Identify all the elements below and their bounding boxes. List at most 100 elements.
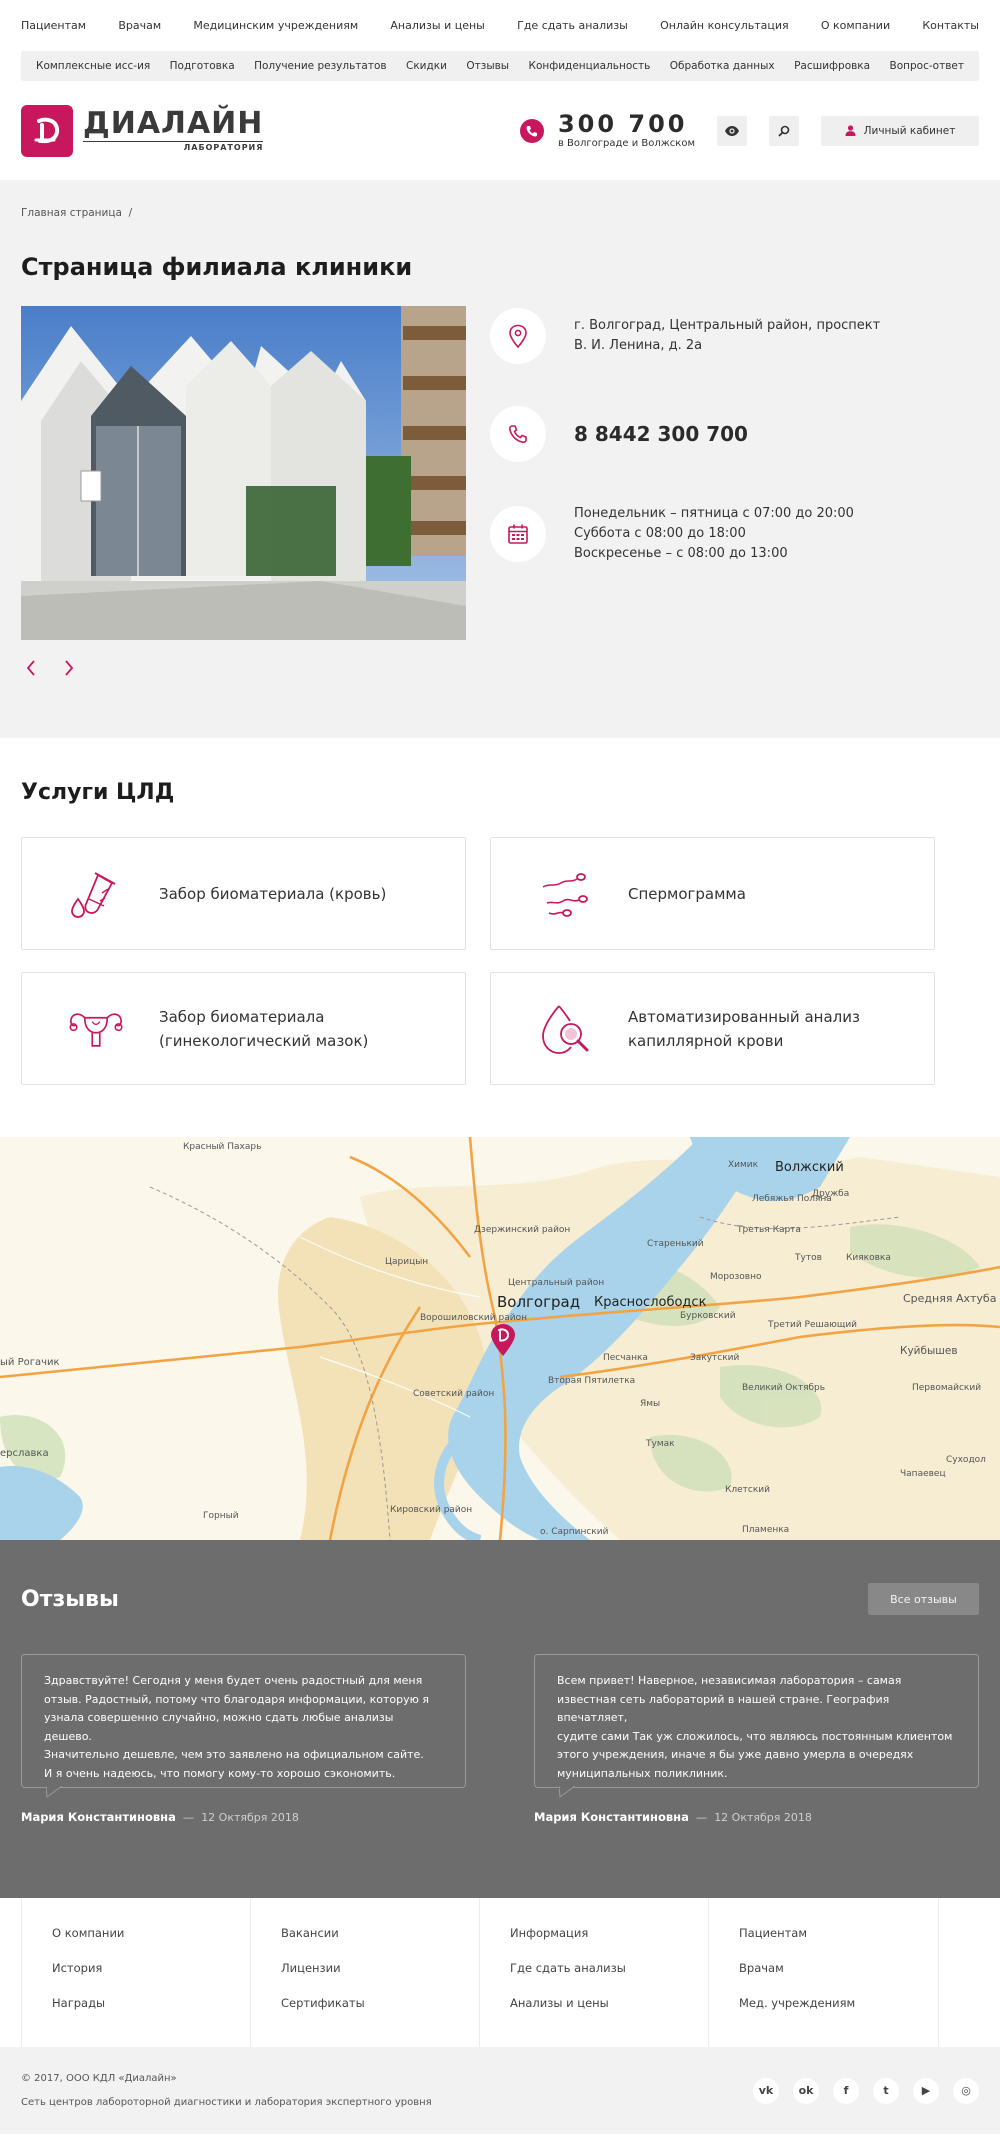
location-map[interactable]: Красный Пахарь Волжский Химик Лебяжья По…	[0, 1137, 1000, 1540]
review-line: муниципальных поликлиник.	[557, 1766, 728, 1780]
footer-link[interactable]: Анализы и цены	[510, 1996, 708, 2031]
sub-nav-complex[interactable]: Комплексные исс-ия	[36, 60, 150, 72]
footer-column: Пациентам Врачам Мед. учреждениям	[709, 1898, 939, 2047]
sub-nav-prep[interactable]: Подготовка	[170, 60, 235, 72]
top-nav-doctors[interactable]: Врачам	[118, 19, 161, 32]
accessibility-button[interactable]	[717, 115, 747, 146]
youtube-icon[interactable]: ▶	[913, 2077, 939, 2104]
uterus-icon	[66, 999, 126, 1059]
phone-icon	[519, 118, 544, 143]
sub-nav-decode[interactable]: Расшифровка	[794, 60, 870, 72]
phone-row: 8 8442 300 700	[490, 406, 979, 462]
test-tube-icon	[66, 864, 126, 924]
hours-sunday: Воскресенье – с 08:00 до 13:00	[574, 546, 788, 561]
sub-nav-privacy[interactable]: Конфиденциальность	[529, 60, 651, 72]
vk-icon[interactable]: vk	[753, 2077, 779, 2104]
logo-sub: ЛАБОРАТОРИЯ	[83, 141, 264, 152]
phone-outline-icon	[490, 406, 546, 462]
map-label: ый Рогачик	[0, 1357, 60, 1368]
sub-nav-data[interactable]: Обработка данных	[670, 60, 775, 72]
review-line: Значительно дешевле, чем это заявлено на…	[44, 1748, 424, 1761]
slider-arrows	[21, 658, 979, 678]
map-label: Ворошиловский район	[420, 1313, 527, 1323]
map-label: Бурковский	[680, 1311, 736, 1321]
review-line: судите сами Так уж сложилось, что являюс…	[557, 1729, 953, 1743]
top-nav-where[interactable]: Где сдать анализы	[517, 19, 628, 32]
service-label-gyneco-1: Забор биоматериала	[159, 1007, 325, 1026]
all-reviews-button[interactable]: Все отзывы	[868, 1583, 979, 1615]
footer-link[interactable]: Информация	[510, 1926, 708, 1961]
services-title: Услуги ЦЛД	[21, 780, 175, 805]
breadcrumb-home[interactable]: Главная страница	[21, 207, 122, 219]
top-nav-online[interactable]: Онлайн консультация	[660, 19, 789, 32]
facebook-icon[interactable]: f	[833, 2077, 859, 2104]
top-nav-about[interactable]: О компании	[821, 19, 890, 32]
map-label: Советский район	[413, 1389, 495, 1399]
map-label: Куйбышев	[900, 1345, 958, 1357]
sub-nav-discounts[interactable]: Скидки	[406, 60, 447, 72]
reviews-title: Отзывы	[21, 1586, 119, 1612]
footer-link[interactable]: Лицензии	[281, 1961, 479, 1996]
review-line: узнала совершенно случайно, можно сдать …	[44, 1711, 394, 1743]
services-section: Услуги ЦЛД Забор биоматериала (кровь) Сп…	[0, 738, 1000, 1137]
service-card-gyneco[interactable]: Забор биоматериала (гинекологический маз…	[21, 972, 466, 1085]
footer-link[interactable]: Вакансии	[281, 1926, 479, 1961]
service-label-gyneco-2: (гинекологический мазок)	[159, 1031, 369, 1050]
map-label: Песчанка	[603, 1353, 648, 1363]
map-label: Первомайский	[912, 1383, 982, 1393]
sub-nav-faq[interactable]: Вопрос-ответ	[890, 60, 964, 72]
map-label: Закутский	[690, 1353, 740, 1363]
map-label: Кировский район	[390, 1505, 473, 1515]
location-pin-icon	[490, 308, 546, 364]
footer-link[interactable]: О компании	[52, 1926, 250, 1961]
footer-link[interactable]: История	[52, 1961, 250, 1996]
top-nav-contacts[interactable]: Контакты	[922, 19, 979, 32]
search-button[interactable]	[769, 115, 799, 146]
header-phone[interactable]: 300 700 в Волгограде и Волжском	[519, 112, 695, 149]
review-line: отзыв. Радостный, потому что благодаря и…	[44, 1692, 429, 1706]
map-label: Волжский	[775, 1160, 844, 1175]
hours-weekdays: Понедельник – пятница с 07:00 до 20:00	[574, 506, 854, 521]
footer-link[interactable]: Врачам	[739, 1961, 938, 1996]
map-label: Ямы	[640, 1399, 661, 1409]
twitter-icon[interactable]: t	[873, 2077, 899, 2104]
user-icon	[845, 125, 856, 136]
odnoklassniki-icon[interactable]: ok	[793, 2077, 819, 2104]
sub-nav-results[interactable]: Получение результатов	[254, 60, 387, 72]
instagram-icon[interactable]: ◎	[953, 2077, 979, 2104]
service-card-capillary[interactable]: Автоматизированный анализ капиллярной кр…	[490, 972, 935, 1085]
service-card-spermogram[interactable]: Спермограмма	[490, 837, 935, 950]
logo[interactable]: ДИАЛАЙН ЛАБОРАТОРИЯ	[21, 104, 264, 157]
review-line: известная сеть лабораторий в нашей стран…	[557, 1692, 890, 1725]
footer-link[interactable]: Мед. учреждениям	[739, 1996, 938, 2031]
phone-city: в Волгограде и Волжском	[557, 138, 695, 149]
chevron-right-icon	[65, 660, 74, 676]
map-label: Горный	[203, 1511, 239, 1521]
review-date: 12 Октября 2018	[714, 1811, 812, 1824]
slider-next-button[interactable]	[59, 658, 79, 678]
top-nav-patients[interactable]: Пациентам	[21, 19, 86, 32]
review-card: Здравствуйте! Сегодня у меня будет очень…	[21, 1654, 466, 1824]
footer-link[interactable]: Где сдать анализы	[510, 1961, 708, 1996]
top-nav-institutions[interactable]: Медицинским учреждениям	[193, 19, 358, 32]
sub-nav-reviews[interactable]: Отзывы	[466, 60, 509, 72]
review-dash: —	[179, 1811, 198, 1824]
map-label: Пламенка	[742, 1525, 790, 1535]
service-card-blood[interactable]: Забор биоматериала (кровь)	[21, 837, 466, 950]
branch-phone[interactable]: 8 8442 300 700	[574, 422, 748, 446]
footer-link[interactable]: Награды	[52, 1996, 250, 2031]
top-nav-tests-prices[interactable]: Анализы и цены	[390, 19, 484, 32]
footer-link[interactable]: Сертификаты	[281, 1996, 479, 2031]
cabinet-label: Личный кабинет	[863, 124, 956, 137]
map-label: Третий Решающий	[768, 1320, 858, 1330]
slider-prev-button[interactable]	[21, 658, 41, 678]
map-label: Суходол	[946, 1455, 986, 1465]
chevron-left-icon	[26, 660, 35, 676]
map-label: Тутов	[795, 1253, 822, 1263]
map-label: о. Сарпинский	[540, 1527, 609, 1537]
map-label: Дзержинский район	[474, 1225, 571, 1235]
cabinet-button[interactable]: Личный кабинет	[821, 115, 979, 146]
sperm-icon	[535, 864, 595, 924]
map-label: ерславка	[0, 1448, 49, 1459]
footer-link[interactable]: Пациентам	[739, 1926, 938, 1961]
